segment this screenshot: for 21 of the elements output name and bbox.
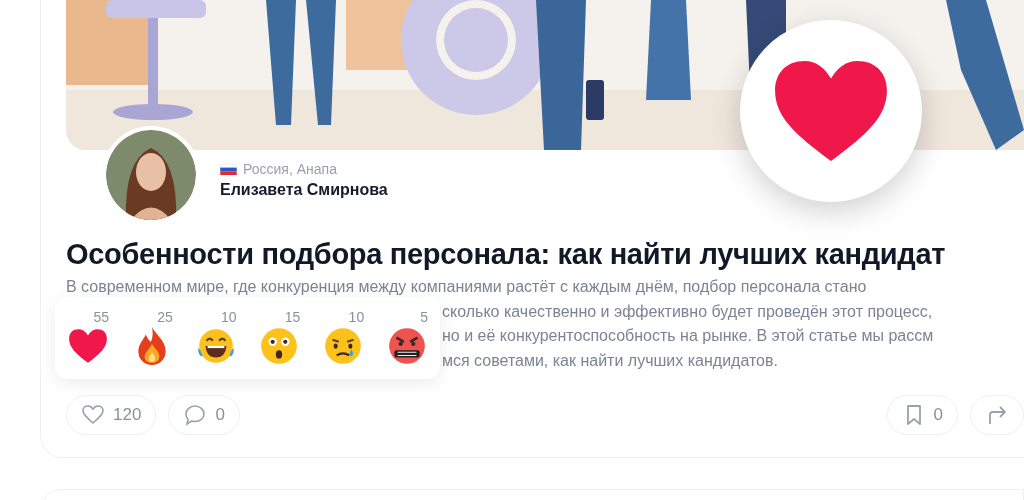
article-excerpt: сколько качественно и эффективно будет проведён этот процесс, [442, 301, 933, 322]
comment-button[interactable]: 0 [168, 395, 240, 435]
author-name[interactable]: Елизавета Смирнова [220, 181, 388, 199]
article-excerpt: В современном мире, где конкуренция между компаниями растёт с каждым днём, подбор персонала стано [66, 277, 867, 297]
reaction-sad[interactable]: 10 [322, 309, 365, 367]
like-button[interactable]: 120 [66, 395, 157, 435]
heart-icon [772, 58, 890, 164]
reaction-heart[interactable]: 55 [67, 309, 109, 367]
reaction-fire[interactable]: 25 [130, 309, 173, 367]
angry-face-icon [386, 325, 428, 367]
article-title[interactable]: Особенности подбора персонала: как найти лучших кандидат [66, 238, 1024, 271]
author-location: Россия, Анапа [243, 161, 337, 177]
article-excerpt: мся советами, как найти лучших кандидатов. [442, 350, 778, 371]
flag-icon [220, 163, 237, 175]
reaction-angry[interactable]: 5 [386, 309, 428, 367]
article-excerpt: но и её конкурентоспособность на рынке. В этой статье мы рассм [442, 326, 934, 346]
bookmark-button[interactable]: 0 [886, 395, 958, 435]
reaction-surprised[interactable]: 15 [258, 309, 301, 367]
heart-icon [81, 403, 105, 427]
speech-bubble-icon [183, 403, 208, 427]
reaction-laugh[interactable]: 10 [194, 309, 237, 367]
